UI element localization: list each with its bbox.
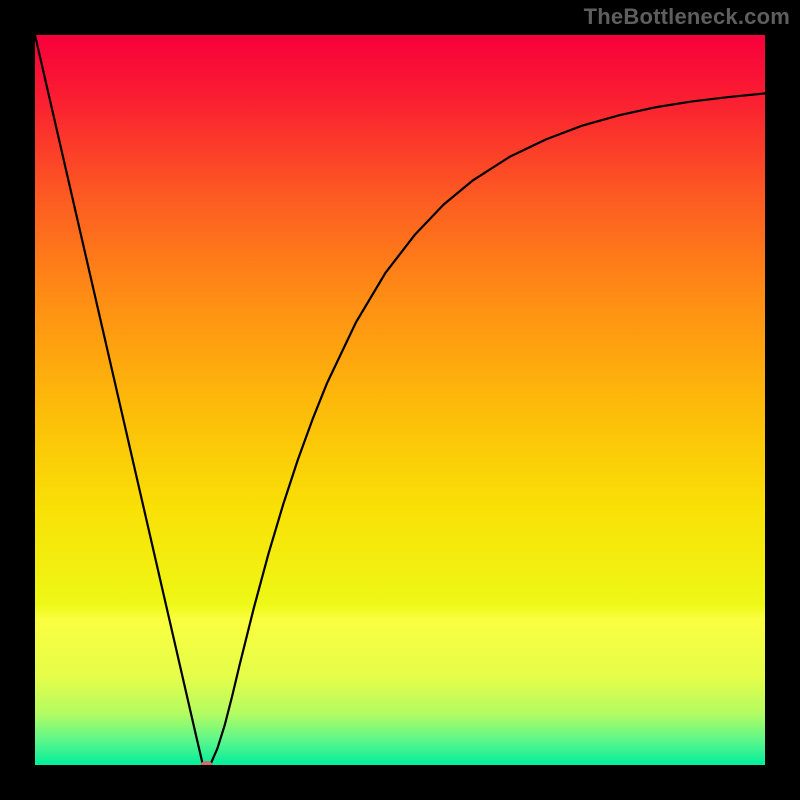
chart-container: { "attribution": "TheBottleneck.com", "c… xyxy=(0,0,800,800)
plot-area xyxy=(35,35,765,765)
attribution-text: TheBottleneck.com xyxy=(584,4,790,30)
gradient-bg xyxy=(35,35,765,765)
